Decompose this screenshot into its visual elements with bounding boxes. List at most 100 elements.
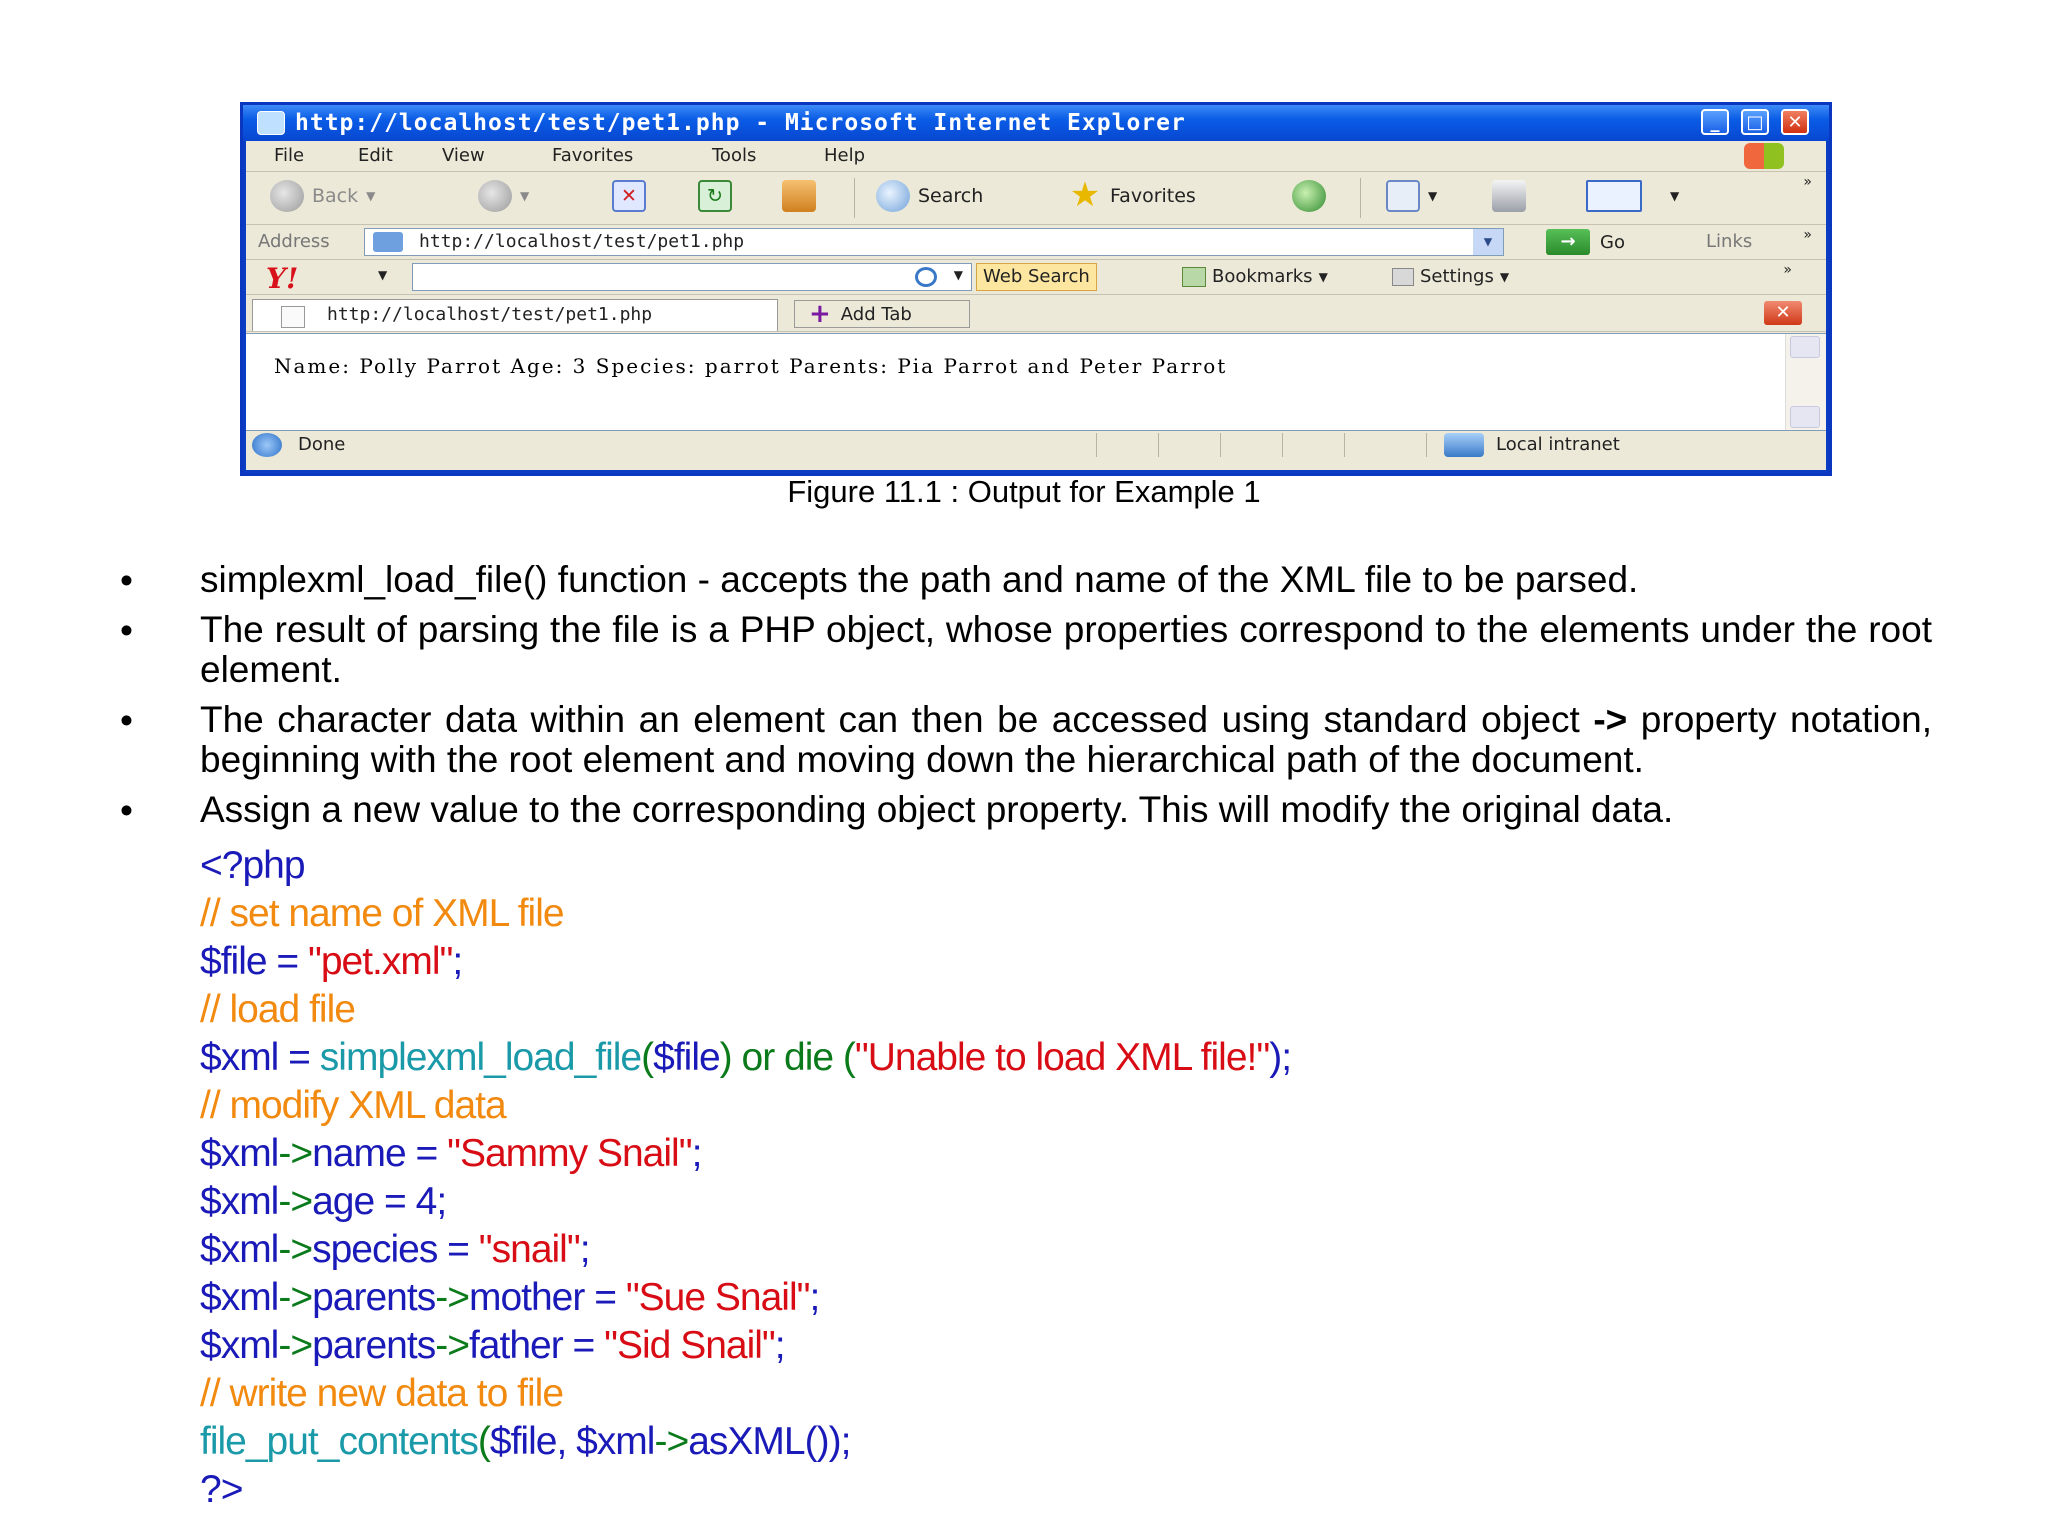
code-line: <?php (200, 842, 306, 890)
code-comment: // write new data to file (200, 1372, 564, 1415)
code-string: "snail" (478, 1228, 581, 1271)
chevron-down-icon: ▼ (366, 189, 376, 203)
code-var: $xml (200, 1228, 279, 1271)
mail-button[interactable]: ▼ (1386, 180, 1437, 212)
code-arrow: -> (278, 1132, 313, 1175)
toolbar-divider (854, 178, 855, 218)
bullet-text: Assign a new value to the corresponding … (200, 789, 1674, 830)
code-prop: age (312, 1180, 375, 1223)
chevron-down-icon: ▼ (1318, 269, 1328, 284)
web-search-button[interactable]: Web Search (976, 263, 1097, 291)
minimize-button[interactable]: _ (1701, 109, 1729, 135)
menu-edit[interactable]: Edit (358, 145, 393, 166)
status-text: Done (298, 434, 346, 455)
address-value: http://localhost/test/pet1.php (419, 231, 745, 252)
code-op: = (562, 1324, 605, 1367)
settings-icon (1392, 267, 1414, 286)
chevron-down-icon: ▼ (1670, 189, 1680, 203)
code-string: "Unable to load XML file!" (854, 1036, 1270, 1079)
code-comment: // modify XML data (200, 1084, 507, 1127)
toolbar-divider (1360, 178, 1361, 218)
address-input[interactable]: http://localhost/test/pet1.php ▼ (364, 228, 1504, 256)
code-end: ); (1269, 1036, 1292, 1079)
code-end: ; (691, 1132, 703, 1175)
back-arrow-icon (270, 180, 304, 212)
scroll-down-icon[interactable] (1790, 406, 1820, 428)
bullet-text: The result of parsing the file is a PHP … (200, 609, 1932, 690)
code-var: $xml (200, 1324, 279, 1367)
go-button[interactable]: → Go (1546, 229, 1625, 255)
code-var: $xml (576, 1420, 655, 1463)
links-button[interactable]: Links (1706, 231, 1752, 252)
menu-tools[interactable]: Tools (712, 145, 756, 166)
overflow-chevron-icon[interactable]: » (1783, 262, 1792, 278)
browser-screenshot: http://localhost/test/pet1.php - Microso… (240, 102, 1832, 476)
close-tab-icon[interactable]: ✕ (1764, 301, 1802, 325)
code-arrow: -> (278, 1228, 313, 1271)
code-string: "Sammy Snail" (447, 1132, 692, 1175)
code-paren: ) (719, 1036, 733, 1079)
refresh-icon[interactable]: ↻ (698, 180, 732, 212)
favorites-button[interactable]: ★ Favorites (1068, 178, 1196, 212)
code-prop: species (312, 1228, 438, 1271)
code-line: $xml->parents->father = "Sid Snail"; (200, 1322, 786, 1370)
code-prop: name (312, 1132, 407, 1175)
settings-button[interactable]: Settings ▼ (1392, 266, 1509, 287)
bullet-icon: • (120, 700, 133, 741)
tab-label: http://localhost/test/pet1.php (327, 304, 653, 325)
chevron-down-icon[interactable]: ▼ (378, 268, 387, 282)
add-tab-button[interactable]: + Add Tab (794, 300, 970, 328)
back-label: Back (312, 185, 359, 207)
code-var: $xml (200, 1036, 279, 1079)
yahoo-search-input[interactable]: ▼ (412, 263, 972, 291)
back-button[interactable]: Back ▼ (270, 180, 375, 212)
overflow-chevron-icon[interactable]: » (1803, 174, 1812, 190)
mail-icon (1386, 180, 1420, 212)
tab-current[interactable]: http://localhost/test/pet1.php (252, 299, 778, 331)
figure-caption: Figure 11.1 : Output for Example 1 (787, 474, 1261, 509)
code-arrow: -> (278, 1180, 313, 1223)
search-icon (876, 180, 910, 212)
maximize-button[interactable]: □ (1741, 109, 1769, 135)
print-icon[interactable] (1492, 180, 1526, 212)
code-paren: ( (477, 1420, 491, 1463)
code-var: $file (200, 940, 268, 983)
code-op: = (584, 1276, 626, 1319)
code-comment: // load file (200, 988, 356, 1031)
code-ordie: or die ( (731, 1036, 856, 1079)
menu-favorites[interactable]: Favorites (552, 145, 633, 166)
menu-help[interactable]: Help (824, 145, 865, 166)
close-button[interactable]: ✕ (1781, 109, 1809, 135)
search-button[interactable]: Search (876, 180, 983, 212)
scroll-up-icon[interactable] (1790, 336, 1820, 358)
address-bar: Address http://localhost/test/pet1.php ▼… (246, 225, 1826, 260)
search-icon (915, 267, 937, 287)
yahoo-logo[interactable]: Y! (266, 262, 298, 295)
page-icon (281, 306, 305, 328)
code-line: // load file (200, 986, 356, 1034)
code-string: "Sue Snail" (625, 1276, 811, 1319)
home-icon[interactable] (782, 180, 816, 212)
code-paren: ( (641, 1036, 654, 1079)
bullet-icon: • (120, 790, 133, 831)
code-line: $xml->name = "Sammy Snail"; (200, 1130, 703, 1178)
code-arrow: -> (278, 1276, 313, 1319)
bookmark-icon (1182, 266, 1206, 287)
code-comma: , (556, 1420, 577, 1463)
history-icon[interactable] (1292, 180, 1326, 212)
code-line: $xml = simplexml_load_file($file) or die… (200, 1034, 1292, 1082)
chevron-down-icon[interactable]: ▼ (1473, 229, 1503, 255)
edit-button[interactable]: ▼ (1586, 180, 1679, 212)
overflow-chevron-icon[interactable]: » (1803, 227, 1812, 243)
stop-icon[interactable]: ✕ (612, 180, 646, 212)
chevron-down-icon: ▼ (520, 189, 530, 203)
menu-view[interactable]: View (442, 145, 485, 166)
code-op: = (278, 1036, 320, 1079)
forward-button[interactable]: ▼ (478, 180, 529, 212)
menu-file[interactable]: File (274, 145, 304, 166)
bookmarks-button[interactable]: Bookmarks ▼ (1182, 266, 1328, 287)
code-prop: parents (312, 1324, 436, 1367)
code-end: ; (579, 1228, 591, 1271)
vertical-scrollbar[interactable] (1785, 334, 1826, 430)
php-close-tag: ?> (200, 1468, 243, 1511)
